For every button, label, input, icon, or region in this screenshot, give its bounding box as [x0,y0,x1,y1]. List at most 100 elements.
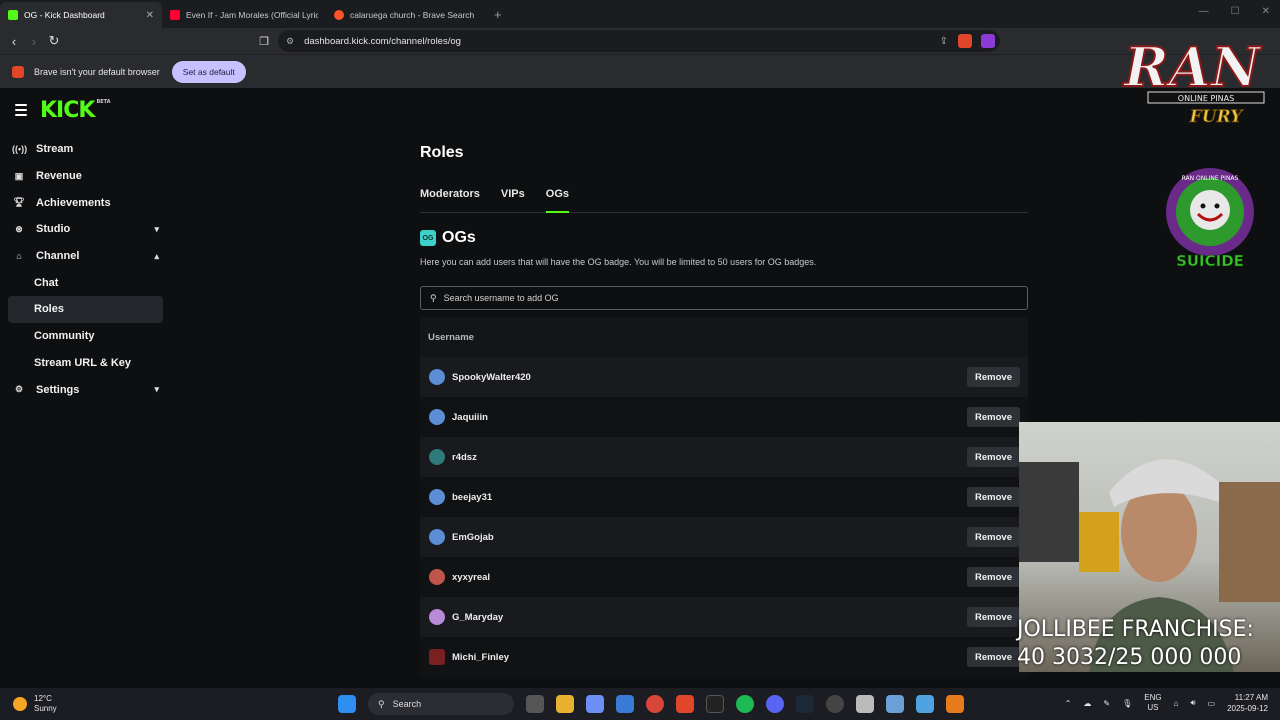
franchise-label: JOLLIBEE FRANCHISE: [1017,617,1254,642]
sidebar-item-stream[interactable]: ((•)) Stream [8,136,163,163]
address-bar[interactable]: ⚙ dashboard.kick.com/channel/roles/og ⇪ [278,30,1000,52]
remove-button[interactable]: Remove [967,647,1020,667]
network-icon[interactable]: ⌂ [1174,699,1179,708]
sidebar-item-achievements[interactable]: 🏆︎ Achievements [8,189,163,216]
table-row: xyxyreal Remove [420,557,1028,597]
new-tab-button[interactable]: + [494,7,502,28]
svg-text:FURY: FURY [1189,107,1244,127]
sidebar-item-settings[interactable]: ⚙ Settings ▾ [8,376,163,403]
avatar [429,449,445,465]
remove-button[interactable]: Remove [967,527,1020,547]
sidebar-item-studio[interactable]: ⊛ Studio ▾ [8,216,163,243]
capcut-icon[interactable] [706,695,724,713]
battery-icon[interactable]: ▭ [1208,699,1216,708]
chevron-up-icon: ▴ [154,250,159,261]
avatar [429,409,445,425]
remove-button[interactable]: Remove [967,407,1020,427]
browser-tab-active[interactable]: OG - Kick Dashboard ✕ [0,2,162,28]
chevron-down-icon: ▾ [154,384,159,395]
browser-tab[interactable]: calaruega church - Brave Search [326,2,490,28]
mouse-app-icon[interactable] [856,695,874,713]
username[interactable]: Michi_Finley [452,652,509,663]
close-window-icon[interactable]: ✕ [1262,6,1270,17]
username[interactable]: Jaquiiin [452,412,488,423]
username[interactable]: r4dsz [452,452,477,463]
sidebar-item-label: Settings [36,383,80,396]
forward-icon[interactable]: › [24,34,44,49]
set-default-button[interactable]: Set as default [171,60,246,83]
volume-icon[interactable]: 🔊︎ [1190,698,1195,708]
windows-start-icon[interactable] [338,695,356,713]
store-icon[interactable] [616,695,634,713]
site-info-icon[interactable]: ⚙ [286,36,294,47]
file-explorer-icon[interactable] [556,695,574,713]
menu-icon[interactable] [15,104,27,119]
bookmark-icon[interactable]: ❒ [254,35,274,48]
sidebar-item-chat[interactable]: Chat [8,269,163,296]
chevron-up-icon[interactable]: ⌃ [1065,699,1072,708]
app-icon[interactable] [946,695,964,713]
pen-icon[interactable]: ✎ [1103,699,1110,708]
microphone-icon[interactable]: 🎙︎ [1122,699,1132,708]
brave-shields-icon[interactable] [958,34,972,48]
task-view-icon[interactable] [526,695,544,713]
brave-rewards-icon[interactable] [981,34,995,48]
weather-widget[interactable]: 12°C Sunny [13,694,57,714]
sun-icon [13,697,27,711]
search-placeholder: Search username to add OG [443,293,559,303]
trophy-icon: 🏆︎ [13,197,25,208]
table-row: EmGojab Remove [420,517,1028,557]
username[interactable]: SpookyWalter420 [452,372,531,383]
remove-button[interactable]: Remove [967,567,1020,587]
tab-ogs[interactable]: OGs [545,188,569,213]
onedrive-icon[interactable]: ☁ [1083,699,1091,708]
calculator-icon[interactable] [886,695,904,713]
taskbar-search[interactable]: ⚲ Search [368,693,514,715]
chrome-icon[interactable] [646,695,664,713]
sidebar-item-revenue[interactable]: ▣ Revenue [8,163,163,190]
tab-title: OG - Kick Dashboard [24,10,105,20]
windows-taskbar: 12°C Sunny ⚲ Search ⌃ ☁ ✎ 🎙︎ ENG US ⌂ 🔊︎… [0,688,1280,720]
tab-title: Even If - Jam Morales (Official Lyric V [186,10,318,20]
sidebar-item-community[interactable]: Community [8,323,163,350]
browser-tab[interactable]: Even If - Jam Morales (Official Lyric V [162,2,326,28]
username[interactable]: xyxyreal [452,572,490,583]
table-row: SpookyWalter420 Remove [420,357,1028,397]
back-icon[interactable]: ‹ [4,34,24,49]
spotify-icon[interactable] [736,695,754,713]
close-tab-icon[interactable]: ✕ [146,10,154,21]
steam-icon[interactable] [796,695,814,713]
url-text: dashboard.kick.com/channel/roles/og [304,35,461,47]
sidebar-item-stream-url-key[interactable]: Stream URL & Key [8,350,163,377]
table-row: Jaquiiin Remove [420,397,1028,437]
share-icon[interactable]: ⇪ [940,36,948,47]
tab-vips[interactable]: VIPs [501,188,525,213]
maximize-icon[interactable]: ☐ [1231,6,1240,17]
og-search-input[interactable]: ⚲ Search username to add OG [420,286,1028,310]
kick-logo[interactable]: KICK BETA [40,98,111,123]
discord-icon[interactable] [766,695,784,713]
username[interactable]: beejay31 [452,492,492,503]
table-row: beejay31 Remove [420,477,1028,517]
og-user-list: SpookyWalter420 Remove Jaquiiin Remove r4d… [420,357,1028,677]
copilot-icon[interactable] [586,695,604,713]
sidebar-item-channel[interactable]: ⌂ Channel ▴ [8,243,163,270]
svg-text:ONLINE PINAS: ONLINE PINAS [1178,94,1234,103]
sidebar-item-roles[interactable]: Roles [8,296,163,323]
remove-button[interactable]: Remove [967,487,1020,507]
brave-icon[interactable] [676,695,694,713]
obs-icon[interactable] [826,695,844,713]
notepad-icon[interactable] [916,695,934,713]
clock[interactable]: 11:27 AM 2025-09-12 [1227,692,1268,714]
remove-button[interactable]: Remove [967,447,1020,467]
minimize-icon[interactable]: — [1199,6,1209,17]
remove-button[interactable]: Remove [967,607,1020,627]
browser-toolbar: ‹ › ↻ ❒ ⚙ dashboard.kick.com/channel/rol… [0,28,1280,54]
sidebar-item-label: Community [34,330,95,343]
tab-moderators[interactable]: Moderators [420,188,480,213]
username[interactable]: EmGojab [452,532,494,543]
language-indicator[interactable]: ENG US [1144,693,1161,713]
username[interactable]: G_Maryday [452,612,503,623]
remove-button[interactable]: Remove [967,367,1020,387]
reload-icon[interactable]: ↻ [44,33,64,49]
